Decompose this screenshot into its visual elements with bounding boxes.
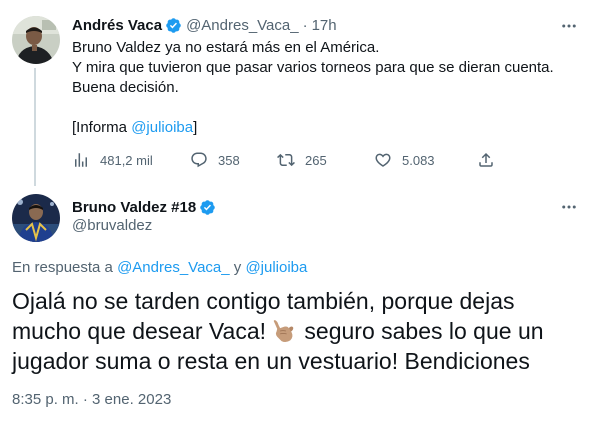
tweet-time[interactable]: 17h <box>312 17 337 34</box>
tweet-text-line: Bruno Valdez ya no estará más en el Amér… <box>72 39 380 56</box>
informa-suffix: ] <box>193 119 198 136</box>
separator-dot: · <box>82 391 88 408</box>
tweet-text-line: Ojalá no se tarden contigo también, porq… <box>12 288 515 314</box>
more-options-icon <box>562 24 576 28</box>
tweet-text-line-empty <box>72 98 577 118</box>
author-handle[interactable]: @Andres_Vaca_ <box>186 17 299 34</box>
verified-badge-icon <box>200 199 215 215</box>
reply-prefix: En respuesta a <box>12 259 118 276</box>
views-chart-icon <box>75 153 87 167</box>
share-button[interactable] <box>477 149 505 171</box>
author-name[interactable]: Andrés Vaca <box>72 17 162 34</box>
avatar-photo <box>12 194 60 242</box>
avatar-photo <box>12 16 60 64</box>
author-avatar-andres-vaca[interactable] <box>12 16 60 64</box>
call-me-hand-emoji <box>273 320 294 343</box>
retweet-count: 265 <box>305 152 327 168</box>
tweet1-text: Bruno Valdez ya no estará más en el Amér… <box>72 38 577 138</box>
like-count: 5.083 <box>402 152 435 168</box>
tweet-time[interactable]: 8:35 p. m. <box>12 391 79 408</box>
tweet-date[interactable]: 3 ene. 2023 <box>92 391 171 408</box>
tweet2-text: Ojalá no se tarden contigo también, porq… <box>12 286 582 376</box>
reply-button[interactable]: 358 <box>190 149 240 171</box>
tweet1-header: Andrés Vaca @Andres_Vaca_ · 17h <box>72 15 337 35</box>
verified-badge-icon <box>166 17 181 33</box>
author-name[interactable]: Bruno Valdez #18 <box>72 199 196 216</box>
mention-link[interactable]: @julioiba <box>245 259 307 276</box>
author-avatar-bruno-valdez[interactable] <box>12 194 60 242</box>
tweet-text-segment: mucho que desear Vaca! <box>12 318 267 344</box>
tweet-text-line: jugador suma o resta en un vestuario! Be… <box>12 348 530 374</box>
views-count: 481,2 mil <box>100 152 153 168</box>
tweet2-timestamp: 8:35 p. m. · 3 ene. 2023 <box>12 391 171 408</box>
reply-and: y <box>229 259 246 276</box>
views-button[interactable]: 481,2 mil <box>72 149 153 171</box>
mention-link[interactable]: @julioiba <box>131 119 193 136</box>
tweet-text-line: Y mira que tuvieron que pasar varios tor… <box>72 59 554 76</box>
separator-dot: · <box>302 16 308 34</box>
thread-connector-line <box>34 68 36 186</box>
tweet-text-line: Buena decisión. <box>72 79 179 96</box>
more-options-button[interactable] <box>558 196 580 218</box>
informa-line: [Informa @julioiba] <box>72 118 577 138</box>
mention-link[interactable]: @Andres_Vaca_ <box>117 259 230 276</box>
like-button[interactable]: 5.083 <box>374 149 435 171</box>
retweet-button[interactable]: 265 <box>277 149 327 171</box>
heart-icon <box>375 153 391 167</box>
tweet2-header: Bruno Valdez #18 <box>72 197 220 217</box>
reply-bubble-icon <box>191 152 207 168</box>
informa-prefix: [Informa <box>72 119 132 136</box>
tweet-text-line: mucho que desear Vaca! seguro sabes lo q… <box>12 316 582 346</box>
retweet-icon <box>277 153 295 167</box>
tweet1-action-bar: 481,2 mil 358 265 5.083 <box>72 149 500 171</box>
share-icon <box>479 152 493 167</box>
more-options-icon <box>562 205 576 209</box>
more-options-button[interactable] <box>558 15 580 37</box>
reply-count: 358 <box>218 152 240 168</box>
reply-context: En respuesta a @Andres_Vaca_ y @julioiba <box>12 259 307 276</box>
author-handle[interactable]: @bruvaldez <box>72 217 152 234</box>
tweet-text-segment: seguro sabes lo que un <box>298 318 544 344</box>
